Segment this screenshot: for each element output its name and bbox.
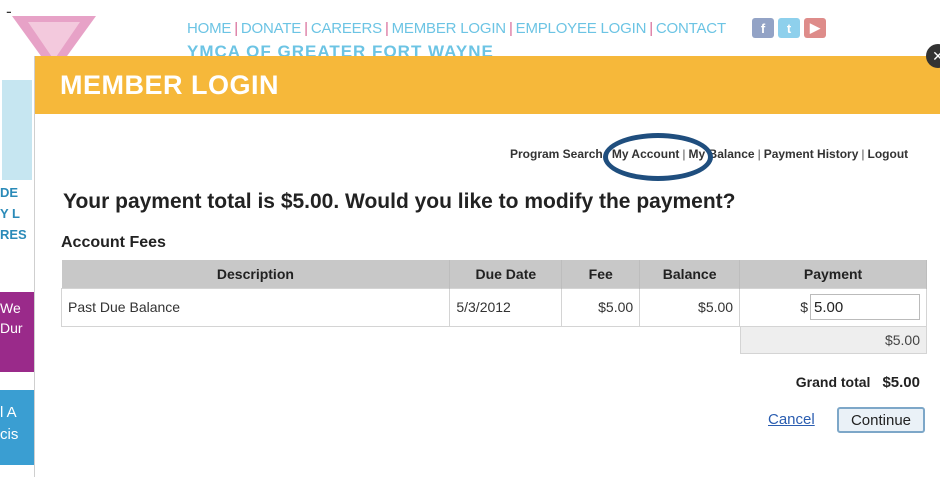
col-due-date: Due Date <box>449 260 563 288</box>
payment-amount-input[interactable] <box>810 294 920 320</box>
cell-payment: $ <box>739 287 927 327</box>
col-description: Description <box>61 260 451 288</box>
site-top-nav: HOME | DONATE | CAREERS | MEMBER LOGIN | EMPLOYE… <box>187 20 726 37</box>
payment-currency-prefix: $ <box>800 299 808 315</box>
cancel-link[interactable]: Cancel <box>768 411 815 428</box>
member-login-modal: MEMBER LOGIN ✕ Program Search | My Account… <box>34 44 940 477</box>
left-strip-banner-text: l A cis <box>0 404 19 443</box>
cell-due-date: 5/3/2012 <box>449 287 563 327</box>
social-links: f t ▶ <box>752 18 826 38</box>
left-strip-panel <box>2 80 32 180</box>
nav-contact[interactable]: CONTACT <box>656 20 726 37</box>
nav-careers[interactable]: CAREERS <box>311 20 382 37</box>
account-fees-table: Description Due Date Fee Balance Payment… <box>60 260 927 327</box>
twitter-icon[interactable]: t <box>778 18 800 38</box>
nav-member-login[interactable]: MEMBER LOGIN <box>392 20 506 37</box>
modal-header: MEMBER LOGIN <box>35 56 940 114</box>
grand-total-label: Grand total <box>795 374 871 390</box>
cell-fee: $5.00 <box>561 287 641 327</box>
nav-employee-login[interactable]: EMPLOYEE LOGIN <box>516 20 647 37</box>
account-sub-nav: Program Search | My Account | My Balance | Pay… <box>510 147 909 161</box>
youtube-icon[interactable]: ▶ <box>804 18 826 38</box>
organization-name: YMCA OF GREATER FORT WAYNE <box>187 42 494 56</box>
col-balance: Balance <box>639 260 741 288</box>
nav-home[interactable]: HOME <box>187 20 231 37</box>
sub-nav-program-search[interactable]: Program Search <box>510 147 603 161</box>
payment-subtotal: $5.00 <box>740 326 927 354</box>
grand-total: Grand total $5.00 <box>796 374 920 391</box>
sub-nav-my-account[interactable]: My Account <box>612 147 680 161</box>
continue-button[interactable]: Continue <box>837 407 925 433</box>
grand-total-value: $5.00 <box>882 374 920 391</box>
left-strip-promo-text: We Dur <box>0 300 23 336</box>
account-fees-title: Account Fees <box>61 234 166 251</box>
col-fee: Fee <box>561 260 641 288</box>
cell-balance: $5.00 <box>639 287 741 327</box>
sub-nav-payment-history[interactable]: Payment History <box>764 147 859 161</box>
table-header-row: Description Due Date Fee Balance Payment <box>61 260 927 288</box>
sub-nav-my-balance[interactable]: My Balance <box>689 147 755 161</box>
table-row: Past Due Balance 5/3/2012 $5.00 $5.00 $ <box>60 287 927 327</box>
col-payment: Payment <box>739 260 927 288</box>
cell-description: Past Due Balance <box>60 287 451 327</box>
sub-nav-logout[interactable]: Logout <box>868 147 909 161</box>
nav-donate[interactable]: DONATE <box>241 20 301 37</box>
payment-headline: Your payment total is $5.00. Would you l… <box>63 190 736 213</box>
left-strip-text: DE Y L RES <box>0 185 27 242</box>
facebook-icon[interactable]: f <box>752 18 774 38</box>
modal-title: MEMBER LOGIN <box>60 69 279 100</box>
